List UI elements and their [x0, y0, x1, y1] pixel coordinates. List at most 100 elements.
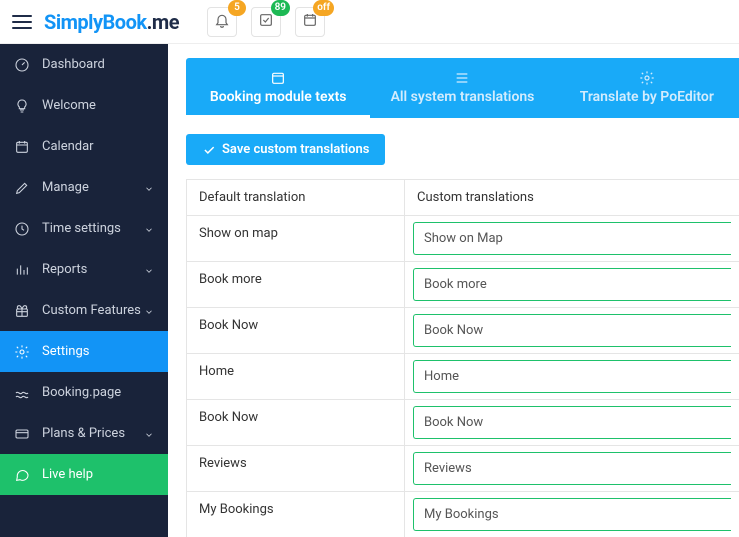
tab-booking-module-texts[interactable]: Booking module texts: [186, 58, 370, 118]
tab-label: All system translations: [391, 89, 535, 105]
custom-translation-input[interactable]: [413, 406, 731, 439]
schedule-button[interactable]: off: [295, 7, 325, 37]
custom-translation-cell: [405, 262, 739, 307]
custom-translation-cell: [405, 308, 739, 353]
checkbox-icon: [258, 12, 274, 32]
logo-brand: SimplyBook: [44, 10, 147, 34]
sidebar-item-settings[interactable]: Settings: [0, 331, 168, 372]
custom-translation-input[interactable]: [413, 360, 731, 393]
wave-icon: [14, 385, 30, 401]
sidebar-item-label: Dashboard: [42, 57, 105, 72]
custom-translation-input[interactable]: [413, 498, 731, 531]
card-icon: [14, 426, 30, 442]
tab-label: Translate by PoEditor: [580, 89, 714, 105]
custom-translation-input[interactable]: [413, 314, 731, 347]
sidebar: Dashboard Welcome Calendar Manage Time setti…: [0, 44, 168, 537]
chat-icon: [14, 467, 30, 483]
check-icon: [202, 143, 216, 157]
chevron-down-icon: [144, 224, 154, 234]
sidebar-item-plans-prices[interactable]: Plans & Prices: [0, 413, 168, 454]
sidebar-item-dashboard[interactable]: Dashboard: [0, 44, 168, 85]
custom-translation-cell: [405, 400, 739, 445]
sidebar-item-custom-features[interactable]: Custom Features: [0, 290, 168, 331]
custom-translation-input[interactable]: [413, 452, 731, 485]
default-translation-cell: Book more: [187, 262, 405, 307]
default-translation-cell: Reviews: [187, 446, 405, 491]
list-icon: [454, 70, 470, 86]
save-button-label: Save custom translations: [222, 142, 369, 157]
custom-translation-input[interactable]: [413, 268, 731, 301]
sidebar-item-calendar[interactable]: Calendar: [0, 126, 168, 167]
sidebar-item-time-settings[interactable]: Time settings: [0, 208, 168, 249]
notifications-badge: 5: [228, 0, 246, 16]
schedule-badge: off: [313, 0, 334, 16]
save-wrap: Save custom translations: [186, 118, 739, 179]
sidebar-item-label: Custom Features: [42, 303, 141, 318]
tasks-badge: 89: [271, 0, 290, 16]
default-translation-cell: My Bookings: [187, 492, 405, 537]
table-row: Home: [187, 354, 739, 400]
gear-icon: [639, 70, 655, 86]
table-row: Reviews: [187, 446, 739, 492]
sidebar-item-label: Calendar: [42, 139, 94, 154]
sidebar-item-manage[interactable]: Manage: [0, 167, 168, 208]
chevron-down-icon: [144, 183, 154, 193]
table-body: Show on mapBook moreBook NowHomeBook Now…: [187, 216, 739, 537]
tab-translate-by-poeditor[interactable]: Translate by PoEditor: [555, 58, 739, 118]
sidebar-item-label: Plans & Prices: [42, 426, 125, 441]
tab-label: Booking module texts: [210, 89, 347, 105]
sidebar-item-booking-page[interactable]: Booking.page: [0, 372, 168, 413]
calendar-icon: [14, 139, 30, 155]
bell-icon: [214, 12, 230, 32]
layout: Dashboard Welcome Calendar Manage Time setti…: [0, 44, 739, 537]
table-row: Book Now: [187, 400, 739, 446]
top-icon-row: 5 89 off: [207, 7, 325, 37]
logo-suffix: .me: [147, 10, 179, 34]
gift-icon: [14, 303, 30, 319]
table-header-row: Default translation Custom translations: [187, 180, 739, 216]
th-default: Default translation: [187, 180, 405, 215]
gear-icon: [14, 344, 30, 360]
chevron-down-icon: [144, 306, 154, 316]
sidebar-item-label: Welcome: [42, 98, 96, 113]
custom-translation-cell: [405, 492, 739, 537]
default-translation-cell: Book Now: [187, 308, 405, 353]
translations-table: Default translation Custom translations …: [186, 179, 739, 537]
save-button[interactable]: Save custom translations: [186, 134, 385, 165]
default-translation-cell: Home: [187, 354, 405, 399]
custom-translation-cell: [405, 354, 739, 399]
sidebar-item-label: Manage: [42, 180, 89, 195]
calendar-icon: [270, 70, 286, 86]
topbar: SimplyBook.me 5 89 off: [0, 0, 739, 44]
sidebar-item-label: Settings: [42, 344, 89, 359]
main-content: Booking module texts All system translat…: [168, 44, 739, 537]
menu-toggle[interactable]: [12, 15, 32, 29]
table-row: My Bookings: [187, 492, 739, 537]
tasks-button[interactable]: 89: [251, 7, 281, 37]
custom-translation-cell: [405, 216, 739, 261]
clock-icon: [14, 221, 30, 237]
table-row: Show on map: [187, 216, 739, 262]
default-translation-cell: Book Now: [187, 400, 405, 445]
sidebar-item-live-help[interactable]: Live help: [0, 454, 168, 495]
tab-all-system-translations[interactable]: All system translations: [370, 58, 554, 118]
bulb-icon: [14, 98, 30, 114]
default-translation-cell: Show on map: [187, 216, 405, 261]
gauge-icon: [14, 57, 30, 73]
chevron-down-icon: [144, 429, 154, 439]
custom-translation-cell: [405, 446, 739, 491]
logo[interactable]: SimplyBook.me: [44, 10, 179, 34]
chart-icon: [14, 262, 30, 278]
table-row: Book more: [187, 262, 739, 308]
th-custom: Custom translations: [405, 180, 739, 215]
sidebar-item-label: Time settings: [42, 221, 121, 236]
sidebar-item-label: Live help: [42, 467, 93, 482]
sidebar-item-welcome[interactable]: Welcome: [0, 85, 168, 126]
chevron-down-icon: [144, 265, 154, 275]
table-row: Book Now: [187, 308, 739, 354]
sidebar-item-label: Reports: [42, 262, 87, 277]
sidebar-item-reports[interactable]: Reports: [0, 249, 168, 290]
tabs: Booking module texts All system translat…: [186, 58, 739, 118]
notifications-button[interactable]: 5: [207, 7, 237, 37]
custom-translation-input[interactable]: [413, 222, 731, 255]
